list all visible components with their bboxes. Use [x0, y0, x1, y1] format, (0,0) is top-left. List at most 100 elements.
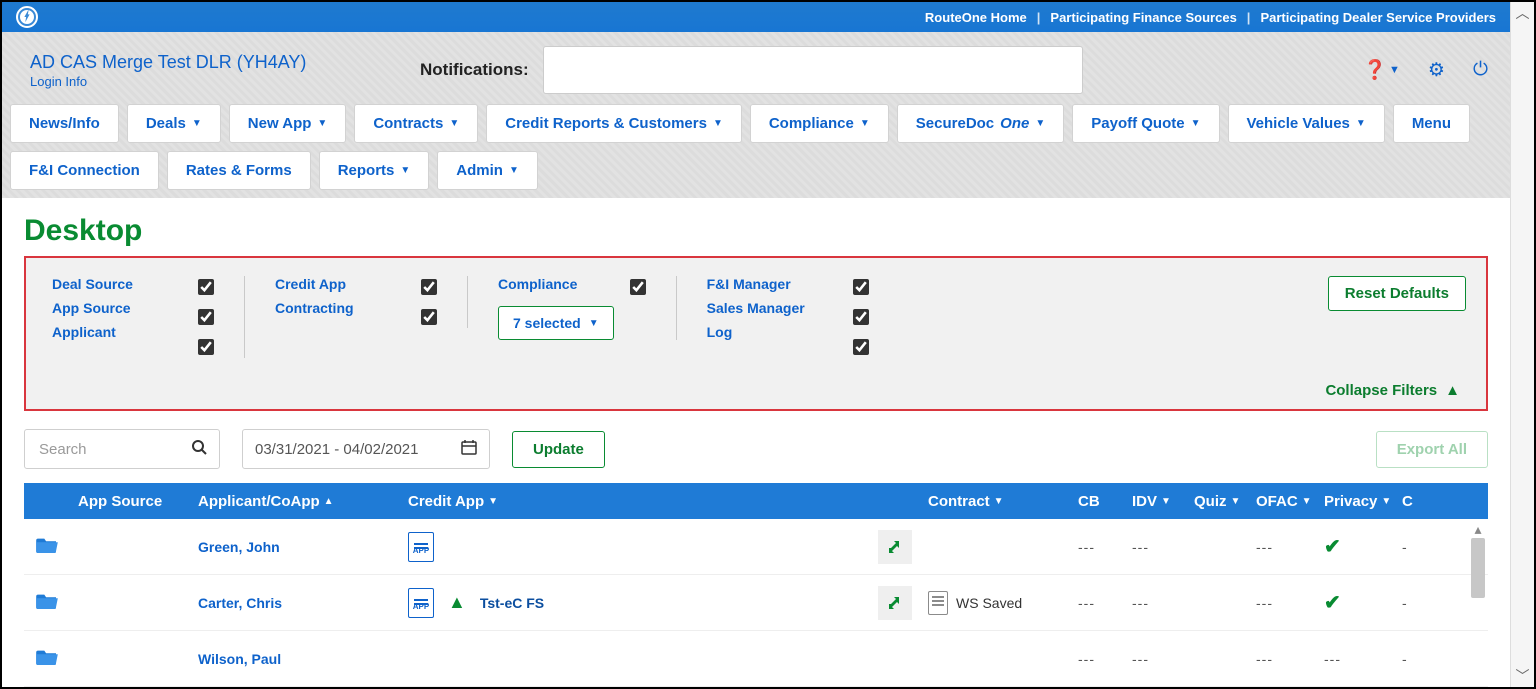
cell-value: -: [1402, 651, 1408, 667]
caret-down-icon: ▼: [1191, 118, 1201, 129]
nav-tab-securedocone[interactable]: SecureDocOne▼: [897, 104, 1064, 143]
filter-app-source[interactable]: App Source: [52, 300, 182, 316]
scroll-up-icon[interactable]: ▴: [1474, 521, 1481, 538]
credit-app-doc-icon[interactable]: APP: [408, 532, 434, 562]
search-input[interactable]: [37, 440, 177, 459]
folder-icon[interactable]: [36, 591, 58, 615]
applicant-link[interactable]: Wilson, Paul: [198, 651, 281, 667]
expand-icon[interactable]: [878, 586, 912, 620]
th-privacy[interactable]: Privacy▼: [1316, 493, 1394, 510]
sort-icon: ▼: [994, 496, 1004, 507]
th-applicant[interactable]: Applicant/CoApp▲: [190, 493, 400, 510]
update-button[interactable]: Update: [512, 431, 605, 468]
sort-icon: ▼: [488, 496, 498, 507]
compliance-selected-dropdown[interactable]: 7 selected ▼: [498, 306, 614, 340]
filter-compliance[interactable]: Compliance: [498, 276, 614, 292]
separator: |: [1247, 10, 1251, 25]
nav-tab-admin[interactable]: Admin▼: [437, 151, 538, 190]
filter-contracting[interactable]: Contracting: [275, 300, 405, 316]
folder-icon[interactable]: [36, 535, 58, 559]
filter-log[interactable]: Log: [707, 324, 837, 340]
checkbox-applicant[interactable]: [198, 339, 214, 355]
cell-value: ---: [1324, 651, 1341, 667]
folder-icon[interactable]: [36, 647, 58, 671]
notifications-label: Notifications:: [420, 60, 529, 80]
nav-tab-credit-reports-customers[interactable]: Credit Reports & Customers▼: [486, 104, 742, 143]
cell-value: ---: [1078, 595, 1095, 611]
nav-tab-news-info[interactable]: News/Info: [10, 104, 119, 143]
th-idv[interactable]: IDV▼: [1124, 493, 1186, 510]
filter-col-2: Credit App Contracting: [275, 276, 468, 328]
top-link-home[interactable]: RouteOne Home: [925, 10, 1027, 25]
filter-credit-app[interactable]: Credit App: [275, 276, 405, 292]
checkbox-fi-manager[interactable]: [853, 279, 869, 295]
credit-app-text: Tst-eC FS: [480, 595, 544, 611]
table-scrollbar[interactable]: ▴: [1470, 521, 1486, 685]
expand-icon[interactable]: [878, 530, 912, 564]
nav-tab-new-app[interactable]: New App▼: [229, 104, 347, 143]
th-ofac[interactable]: OFAC▼: [1248, 493, 1316, 510]
caret-down-icon: ▼: [860, 118, 870, 129]
applicant-link[interactable]: Green, John: [198, 539, 280, 555]
nav-tab-f-i-connection[interactable]: F&I Connection: [10, 151, 159, 190]
th-quiz[interactable]: Quiz▼: [1186, 493, 1248, 510]
scroll-down-icon[interactable]: ﹀: [1516, 669, 1530, 683]
credit-app-doc-icon[interactable]: APP: [408, 588, 434, 618]
caret-down-icon: ▼: [400, 165, 410, 176]
nav-tab-contracts[interactable]: Contracts▼: [354, 104, 478, 143]
checkbox-app-source[interactable]: [198, 309, 214, 325]
gear-icon[interactable]: ⚙: [1428, 59, 1445, 82]
search-icon[interactable]: [191, 439, 207, 460]
checkbox-log[interactable]: [853, 339, 869, 355]
nav-tab-menu[interactable]: Menu: [1393, 104, 1470, 143]
filter-deal-source[interactable]: Deal Source: [52, 276, 182, 292]
nav-tab-rates-forms[interactable]: Rates & Forms: [167, 151, 311, 190]
th-contract[interactable]: Contract▼: [920, 493, 1070, 510]
nav-tab-payoff-quote[interactable]: Payoff Quote▼: [1072, 104, 1219, 143]
top-link-finance-sources[interactable]: Participating Finance Sources: [1050, 10, 1236, 25]
date-range-picker[interactable]: 03/31/2021 - 04/02/2021: [242, 429, 490, 469]
nav-tab-compliance[interactable]: Compliance▼: [750, 104, 889, 143]
cell-value: ---: [1256, 595, 1273, 611]
checkbox-sales-manager[interactable]: [853, 309, 869, 325]
checkbox-compliance[interactable]: [630, 279, 646, 295]
th-app-source[interactable]: App Source: [70, 493, 190, 510]
top-link-dealer-providers[interactable]: Participating Dealer Service Providers: [1260, 10, 1496, 25]
help-icon[interactable]: ❓▼: [1363, 58, 1400, 82]
app-logo-icon: [16, 6, 38, 28]
filter-fi-manager[interactable]: F&I Manager: [707, 276, 837, 292]
calendar-icon: [461, 439, 477, 460]
export-all-button[interactable]: Export All: [1376, 431, 1488, 468]
nav-tab-reports[interactable]: Reports▼: [319, 151, 430, 190]
th-credit-app[interactable]: Credit App▼: [400, 493, 920, 510]
scroll-up-icon[interactable]: ︿: [1516, 6, 1530, 20]
sort-asc-icon: ▲: [324, 496, 334, 507]
scroll-thumb[interactable]: [1471, 538, 1485, 598]
login-info-link[interactable]: Login Info: [30, 74, 87, 89]
reset-defaults-button[interactable]: Reset Defaults: [1328, 276, 1466, 311]
checkbox-deal-source[interactable]: [198, 279, 214, 295]
caret-down-icon: ▼: [1356, 118, 1366, 129]
power-icon[interactable]: ⏻: [1473, 59, 1488, 81]
table-row: Carter, ChrisAPP▲Tst-eC FSWS Saved------…: [24, 575, 1488, 631]
th-last[interactable]: C: [1394, 493, 1424, 510]
cell-value: ---: [1078, 651, 1095, 667]
nav-tab-deals[interactable]: Deals▼: [127, 104, 221, 143]
nav-row-2: F&I ConnectionRates & FormsReports▼Admin…: [2, 151, 1510, 198]
window-scrollbar[interactable]: ︿ ﹀: [1510, 2, 1534, 687]
filter-applicant[interactable]: Applicant: [52, 324, 182, 340]
sort-icon: ▼: [1381, 496, 1391, 507]
collapse-filters-link[interactable]: Collapse Filters ▲: [52, 382, 1460, 399]
checkbox-credit-app[interactable]: [421, 279, 437, 295]
header-area: AD CAS Merge Test DLR (YH4AY) Login Info…: [2, 32, 1510, 198]
search-box[interactable]: [24, 429, 220, 469]
main-content: Desktop Deal Source App Source Applicant: [2, 198, 1510, 687]
filter-sales-manager[interactable]: Sales Manager: [707, 300, 837, 316]
check-icon: ✔: [1324, 590, 1341, 615]
checkbox-contracting[interactable]: [421, 309, 437, 325]
caret-down-icon: ▼: [509, 165, 519, 176]
th-cb[interactable]: CB: [1070, 493, 1124, 510]
nav-tab-vehicle-values[interactable]: Vehicle Values▼: [1228, 104, 1385, 143]
notifications-box[interactable]: [543, 46, 1083, 94]
applicant-link[interactable]: Carter, Chris: [198, 595, 282, 611]
